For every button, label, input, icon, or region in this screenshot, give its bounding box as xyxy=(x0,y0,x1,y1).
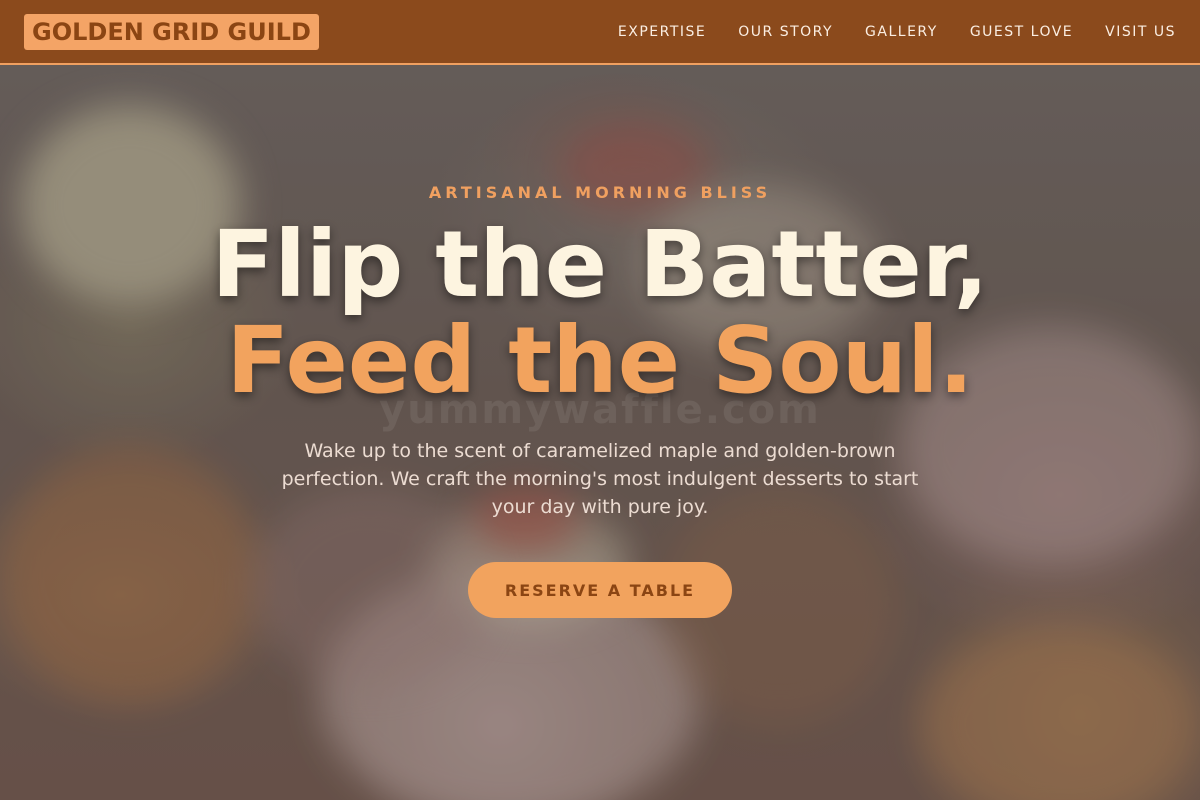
nav-link-gallery[interactable]: GALLERY xyxy=(865,24,938,40)
nav-link-our-story[interactable]: OUR STORY xyxy=(738,24,833,40)
hero-eyebrow: ARTISANAL MORNING BLISS xyxy=(428,183,772,202)
hero-headline: Flip the Batter, Feed the Soul. xyxy=(0,217,1200,409)
nav-links: EXPERTISE OUR STORY GALLERY GUEST LOVE V… xyxy=(618,24,1176,40)
nav-link-guest-love[interactable]: GUEST LOVE xyxy=(970,24,1073,40)
hero-description: Wake up to the scent of caramelized mapl… xyxy=(281,440,919,518)
top-navigation: GOLDEN GRID GUILD EXPERTISE OUR STORY GA… xyxy=(0,0,1200,65)
hero-headline-line2: Feed the Soul. xyxy=(226,307,974,414)
hero-section: ARTISANAL MORNING BLISS yummywaffle.com … xyxy=(0,65,1200,800)
nav-link-visit-us[interactable]: VISIT US xyxy=(1105,24,1176,40)
hero-headline-line1: Flip the Batter, xyxy=(211,211,989,318)
brand-logo[interactable]: GOLDEN GRID GUILD xyxy=(24,13,319,50)
nav-link-expertise[interactable]: EXPERTISE xyxy=(618,24,706,40)
reserve-table-button[interactable]: RESERVE A TABLE xyxy=(468,562,732,618)
